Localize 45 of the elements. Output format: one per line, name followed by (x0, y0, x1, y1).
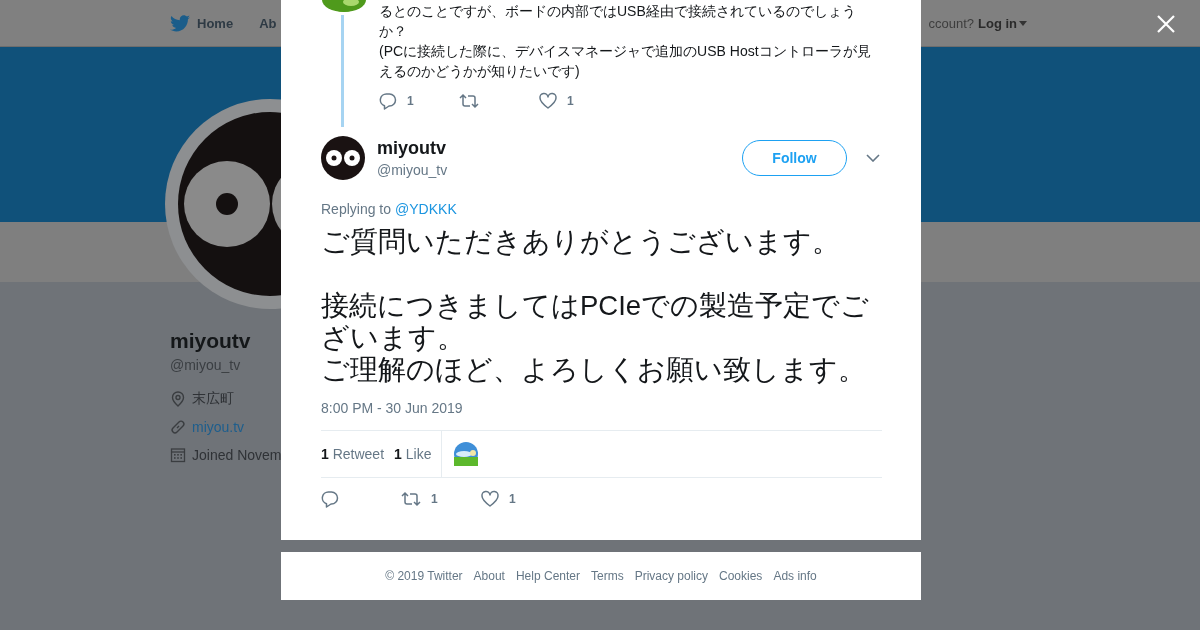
tweet-text: るとのことですが、ボードの内部ではUSB経由で接続されているのでしょうか？ (379, 2, 857, 41)
profile-detail: 末広町 (192, 390, 234, 408)
login-link[interactable]: Log in (978, 15, 1027, 31)
profile-name: miyoutv (170, 329, 251, 353)
author-handle: @miyou_tv (377, 162, 448, 178)
action-count: 1 (431, 492, 438, 506)
action-count: 1 (407, 94, 414, 108)
follow-button[interactable]: Follow (742, 140, 847, 176)
retweet-icon[interactable] (401, 490, 421, 508)
location-pin-icon (170, 391, 186, 407)
reply-icon[interactable] (321, 490, 339, 508)
close-icon[interactable] (1157, 15, 1175, 33)
action-count: 1 (509, 492, 516, 506)
footer-link[interactable]: Cookies (719, 569, 763, 583)
mention-link[interactable]: @YDKKK (395, 201, 457, 217)
reply-icon[interactable] (379, 92, 397, 110)
footer-link[interactable]: Privacy policy (634, 569, 708, 583)
nav-link[interactable]: Home (170, 14, 234, 32)
tweet-text: 接続につきましてはPCIeでの製造予定でございます。 (321, 290, 871, 354)
bird-icon (170, 14, 190, 32)
profile-detail: Joined Novem (192, 447, 282, 463)
nav-link[interactable]: Ab (259, 15, 277, 31)
tweet-timestamp: 8:00 PM - 30 Jun 2019 (321, 400, 464, 416)
retweet-icon[interactable] (459, 92, 479, 110)
footer-link[interactable]: Terms (591, 569, 624, 583)
stat-count[interactable]: 1 Retweet (321, 446, 385, 462)
footer-link[interactable]: Ads info (773, 569, 817, 583)
calendar-icon (170, 447, 186, 463)
tweet-text: ご理解のほど、よろしくお願い致します。 (321, 354, 867, 386)
chevron-down-icon[interactable] (866, 154, 880, 162)
avatar-drawing (321, 136, 365, 180)
action-count: 1 (567, 94, 574, 108)
author-name[interactable]: miyoutv (377, 138, 448, 159)
heart-icon[interactable] (539, 92, 557, 110)
heart-icon[interactable] (481, 490, 499, 508)
stat-count[interactable]: 1 Like (394, 446, 432, 462)
account-prompt: ccount? (928, 15, 974, 31)
tweet-text: (PCに接続した際に、デバイスマネージャで追加のUSB Hostコントローラが見えるのかどうかが知りたいです) (379, 42, 872, 81)
replying-label: Replying to (321, 201, 392, 217)
footer-link[interactable]: © 2019 Twitter (385, 569, 463, 583)
link-icon (170, 419, 186, 435)
footer-link[interactable]: About (473, 569, 505, 583)
tweet-text: ご質問いただきありがとうございます。 (321, 226, 841, 258)
footer-link[interactable]: Help Center (515, 569, 580, 583)
caret-icon[interactable] (1019, 20, 1027, 26)
